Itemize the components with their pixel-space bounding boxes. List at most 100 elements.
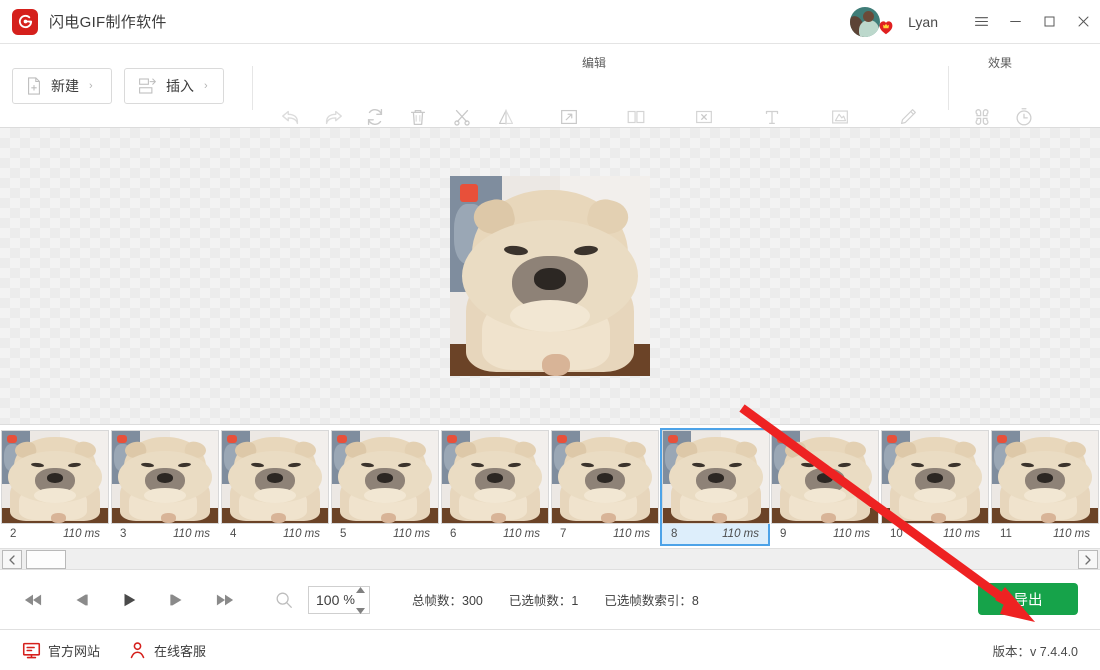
filmstrip-frame[interactable]: 8110 ms xyxy=(660,428,770,546)
add-text-icon xyxy=(761,104,783,130)
spinner-up-icon[interactable] xyxy=(356,580,365,598)
filmstrip-frame[interactable]: 11 110 ms xyxy=(990,428,1100,546)
puppy-preview-icon xyxy=(450,176,650,376)
redo-icon xyxy=(322,104,344,130)
scroll-right-button[interactable] xyxy=(1078,550,1098,569)
trash-icon xyxy=(407,104,429,130)
last-frame-button[interactable] xyxy=(206,581,244,619)
frame-duration: 110 ms xyxy=(943,528,980,540)
first-frame-button[interactable] xyxy=(14,581,52,619)
ribbon-file-group: 新建 › 插入 › xyxy=(0,44,224,128)
filmstrip-frame[interactable]: 2110 ms xyxy=(0,428,110,546)
hamburger-menu-icon[interactable] xyxy=(964,0,998,44)
play-icon xyxy=(118,591,140,609)
frame-index: 11 xyxy=(1000,528,1012,540)
frame-thumbnail xyxy=(551,430,659,524)
scroll-left-button[interactable] xyxy=(2,550,22,569)
remove-duplicate-icon xyxy=(693,104,715,130)
reduce-frames-icon xyxy=(625,104,647,130)
insert-button[interactable]: 插入 › xyxy=(124,68,224,104)
play-button[interactable] xyxy=(110,581,148,619)
group-title-edit: 编辑 xyxy=(582,54,606,71)
filmstrip-frame[interactable]: 9110 ms xyxy=(770,428,880,546)
zoom-stepper[interactable]: 100 % xyxy=(308,586,370,614)
filmstrip-frame[interactable]: 4110 ms xyxy=(220,428,330,546)
frame-index: 7 xyxy=(560,528,566,540)
frame-meta: 11 110 ms xyxy=(991,524,1099,544)
app-logo-icon xyxy=(12,9,38,35)
filmstrip-frame[interactable]: 10 110 ms xyxy=(880,428,990,546)
frame-meta: 10 110 ms xyxy=(881,524,989,544)
frame-thumbnail xyxy=(771,430,879,524)
delay-clock-icon xyxy=(1013,104,1035,130)
ribbon-divider-2 xyxy=(948,66,949,110)
previous-frame-button[interactable] xyxy=(62,581,100,619)
frame-index: 2 xyxy=(10,528,16,540)
frame-meta: 7 110 ms xyxy=(551,524,659,544)
frame-duration: 110 ms xyxy=(613,528,650,540)
frame-duration: 110 ms xyxy=(393,528,430,540)
user-name[interactable]: Lyan xyxy=(908,14,938,30)
frame-meta: 9110 ms xyxy=(771,524,879,544)
new-button[interactable]: 新建 › xyxy=(12,68,112,104)
filmstrip-frame[interactable]: 7 110 ms xyxy=(550,428,660,546)
reset-icon xyxy=(364,104,386,130)
frame-index: 6 xyxy=(450,528,456,540)
close-icon[interactable] xyxy=(1066,0,1100,44)
insert-frame-icon xyxy=(137,76,158,96)
canvas-area[interactable] xyxy=(0,128,1100,424)
version-label: 版本：v 7.4.4.0 xyxy=(993,641,1078,660)
filmstrip-scrollbar[interactable] xyxy=(0,548,1100,570)
frame-duration: 110 ms xyxy=(1053,528,1090,540)
frame-index: 10 xyxy=(890,528,903,540)
frame-duration: 110 ms xyxy=(722,528,759,540)
puppy-thumb-icon xyxy=(222,431,328,523)
ribbon-toolbar: 新建 › 插入 › 编辑 效果 撤消 xyxy=(0,44,1100,128)
customer-service-icon xyxy=(128,641,147,660)
official-website-link[interactable]: 官方网站 xyxy=(22,641,100,660)
puppy-thumb-icon xyxy=(663,431,769,523)
insert-button-label: 插入 xyxy=(166,76,194,96)
avatar[interactable] xyxy=(850,7,880,37)
frame-duration: 110 ms xyxy=(173,528,210,540)
puppy-thumb-icon xyxy=(442,431,548,523)
zoom-spinner[interactable] xyxy=(356,580,365,619)
magnifier-icon[interactable] xyxy=(274,590,294,610)
frame-thumbnail xyxy=(991,430,1099,524)
next-frame-button[interactable] xyxy=(158,581,196,619)
export-button[interactable]: 导出 xyxy=(978,583,1078,615)
user-avatar-icon xyxy=(850,7,880,37)
puppy-thumb-icon xyxy=(332,431,438,523)
scrollbar-thumb[interactable] xyxy=(26,550,66,569)
scissors-crop-icon xyxy=(451,104,473,130)
maximize-icon[interactable] xyxy=(1032,0,1066,44)
puppy-thumb-icon xyxy=(882,431,988,523)
skip-to-start-icon xyxy=(22,591,44,609)
frame-thumbnail xyxy=(111,430,219,524)
monitor-website-icon xyxy=(22,641,41,660)
total-frames-label: 总帧数：300 xyxy=(412,590,483,609)
filmstrip-frame[interactable]: 6110 ms xyxy=(440,428,550,546)
filmstrip-frame[interactable]: 5110 ms xyxy=(330,428,440,546)
frame-index: 9 xyxy=(780,528,786,540)
status-control-bar: 100 % 总帧数：300 已选帧数：1 已选帧数索引：8 导出 xyxy=(0,570,1100,630)
footer-bar: 官方网站 在线客服 版本：v 7.4.4.0 xyxy=(0,630,1100,670)
filmstrip-frame[interactable]: 3110 ms xyxy=(110,428,220,546)
new-button-chevron-icon: › xyxy=(89,80,93,92)
skip-to-end-icon xyxy=(214,591,236,609)
selected-count-label: 已选帧数：1 xyxy=(509,590,578,609)
selected-index-label: 已选帧数索引：8 xyxy=(604,590,698,609)
minimize-icon[interactable] xyxy=(998,0,1032,44)
zoom-value: 100 xyxy=(316,592,339,608)
online-support-link[interactable]: 在线客服 xyxy=(128,641,206,660)
title-bar: 闪电GIF制作软件 Lyan xyxy=(0,0,1100,44)
canvas-size-icon xyxy=(558,104,580,130)
frame-thumbnail xyxy=(662,430,770,524)
frame-preview-image[interactable] xyxy=(450,176,650,376)
frame-index: 4 xyxy=(230,528,236,540)
frame-thumbnail xyxy=(1,430,109,524)
frame-thumbnail xyxy=(881,430,989,524)
filmstrip[interactable]: 2110 ms3110 ms4110 ms5110 ms6110 ms7110 … xyxy=(0,424,1100,548)
spinner-down-icon[interactable] xyxy=(356,601,365,619)
puppy-thumb-icon xyxy=(2,431,108,523)
